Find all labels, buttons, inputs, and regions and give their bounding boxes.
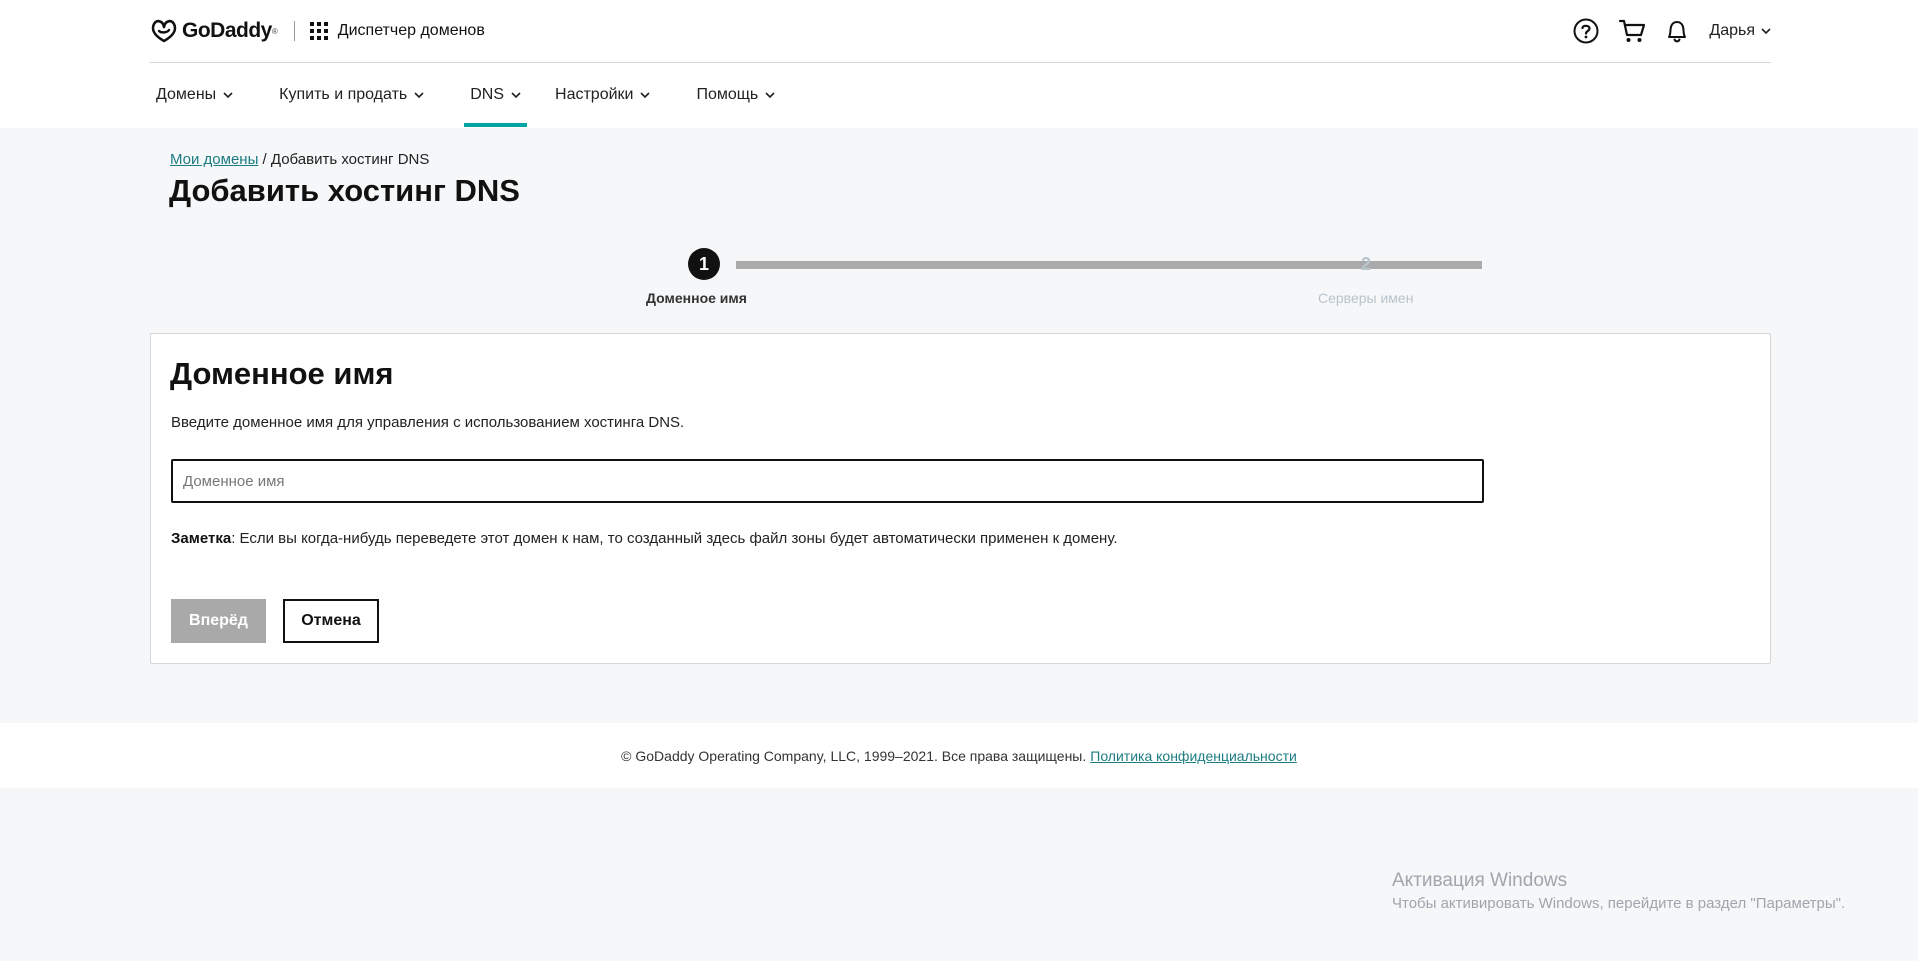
top-header: GoDaddy ® Диспетчер доменов Дарья Домены… [0,0,1918,128]
header-inner: GoDaddy ® Диспетчер доменов Дарья Домены… [150,0,1771,127]
chevron-down-icon [640,91,651,98]
breadcrumb: Мои домены / Добавить хостинг DNS [170,151,429,168]
main-content: Мои домены / Добавить хостинг DNS Добави… [150,128,1771,723]
user-name: Дарья [1709,22,1755,39]
domain-name-input[interactable] [171,459,1484,503]
header-actions: Дарья [1573,18,1771,44]
nav-item-settings[interactable]: Настройки [549,63,656,127]
apps-grid-icon[interactable] [309,22,328,40]
nav-item-dns[interactable]: DNS [464,63,527,127]
windows-activation-watermark: Активация Windows Чтобы активировать Win… [1392,870,1845,912]
step-2-label: Серверы имен [1318,290,1414,306]
nav-item-label: Купить и продать [279,86,408,103]
cancel-button[interactable]: Отмена [283,599,379,643]
brand-divider [293,21,295,41]
breadcrumb-link-my-domains[interactable]: Мои домены [170,151,258,168]
page-title: Добавить хостинг DNS [169,173,520,208]
nav-item-label: DNS [470,86,505,103]
header-bar: GoDaddy ® Диспетчер доменов Дарья [150,0,1771,63]
help-icon[interactable] [1573,18,1599,44]
nav-item-label: Настройки [555,86,634,103]
note-text: : Если вы когда-нибудь переведете этот д… [231,530,1118,547]
nav-item-label: Помощь [696,86,759,103]
logo-text: GoDaddy [182,19,272,42]
nav-item-buy-sell[interactable]: Купить и продать [273,63,430,127]
watermark-subtitle: Чтобы активировать Windows, перейдите в … [1392,895,1846,912]
main-nav: Домены Купить и продать DNS Настройки По… [150,63,1771,127]
note-label: Заметка [171,530,232,547]
brand: GoDaddy ® Диспетчер доменов [150,19,485,43]
nav-item-label: Домены [156,86,217,103]
cart-icon[interactable] [1618,18,1646,44]
watermark-title: Активация Windows [1392,870,1568,891]
step-2-number: 2 [1360,253,1371,274]
footer: © GoDaddy Operating Company, LLC, 1999–2… [0,723,1918,788]
chevron-down-icon [223,91,233,98]
footer-copyright: © GoDaddy Operating Company, LLC, 1999–2… [621,747,1087,764]
product-name[interactable]: Диспетчер доменов [338,22,485,40]
card-title: Доменное имя [170,356,394,391]
stepper: 1 2 Доменное имя Серверы имен [496,248,1482,318]
step-1-number: 1 [688,248,720,280]
next-button[interactable]: Вперёд [171,599,266,643]
domain-name-card: Доменное имя Введите доменное имя для уп… [150,333,1771,664]
godaddy-logo[interactable]: GoDaddy ® [150,19,278,43]
privacy-policy-link[interactable]: Политика конфиденциальности [1090,748,1297,764]
nav-item-help[interactable]: Помощь [690,63,781,127]
user-menu[interactable]: Дарья [1709,22,1771,40]
breadcrumb-current: Добавить хостинг DNS [270,151,430,168]
bell-icon[interactable] [1665,18,1689,44]
step-1-label: Доменное имя [646,290,747,306]
logo-trademark: ® [271,26,278,36]
chevron-down-icon [1761,27,1771,34]
breadcrumb-separator: / [258,151,271,168]
note: Заметка: Если вы когда-нибудь переведете… [171,530,1118,547]
nav-item-domains[interactable]: Домены [150,63,239,127]
chevron-down-icon [511,91,521,98]
chevron-down-icon [765,91,775,98]
chevron-down-icon [414,91,424,98]
card-description: Введите доменное имя для управления с ис… [171,414,685,431]
godaddy-logo-icon [151,19,177,43]
